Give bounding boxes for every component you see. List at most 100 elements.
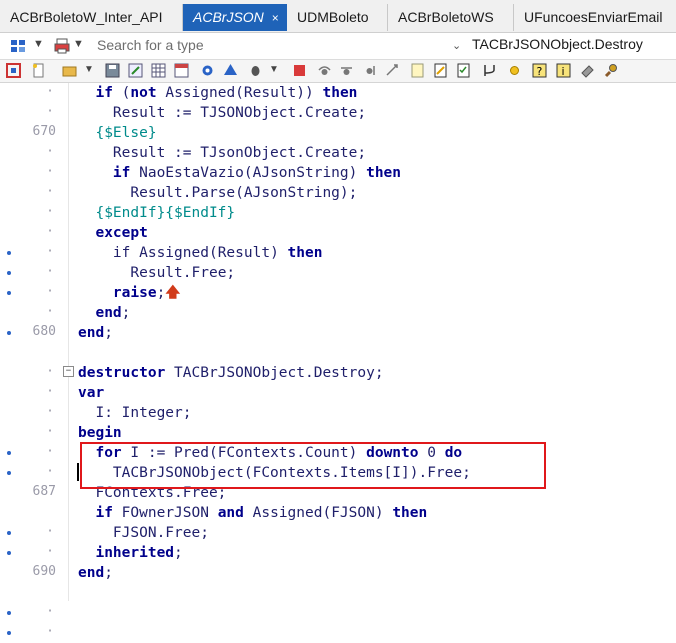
gutter-line[interactable]: ·	[0, 543, 68, 563]
gutter-line[interactable]: ·	[0, 363, 68, 383]
line-number: ·	[46, 224, 54, 239]
chevron-down-icon[interactable]: ▼	[33, 38, 44, 50]
keyword: end	[78, 565, 105, 581]
compile-icon[interactable]	[223, 63, 238, 78]
brush-icon[interactable]	[603, 63, 618, 78]
type-search-input[interactable]: Search for a type	[97, 37, 204, 53]
close-icon[interactable]: ×	[272, 5, 279, 31]
debug-icon[interactable]	[248, 63, 263, 78]
structure-view-icon[interactable]	[9, 37, 27, 55]
tab-ufuncoesenviaremail[interactable]: UFuncoesEnviarEmail	[514, 4, 676, 31]
new-file-icon[interactable]	[31, 63, 46, 78]
gutter-line[interactable]: ·	[0, 623, 68, 643]
merge-icon[interactable]	[482, 63, 497, 78]
tab-acbrboletows[interactable]: ACBrBoletoWS	[388, 4, 514, 31]
code-text: Assigned(Result))	[156, 85, 323, 101]
tab-udmboleto[interactable]: UDMBoleto	[287, 4, 388, 31]
fold-toggle-icon[interactable]: −	[63, 366, 74, 377]
help-icon[interactable]: ?	[532, 63, 547, 78]
run-to-cursor-icon[interactable]	[385, 63, 400, 78]
print-icon[interactable]	[53, 37, 71, 55]
gear-icon[interactable]	[200, 63, 215, 78]
step-out-icon[interactable]	[362, 63, 377, 78]
gutter-line[interactable]: 687	[0, 483, 68, 503]
tab-acbrjson[interactable]: ACBrJSON ×	[183, 4, 287, 31]
tab-acbrboletow-inter-api[interactable]: ACBrBoletoW_Inter_API	[0, 4, 183, 31]
line-number: ·	[46, 284, 54, 299]
eraser-icon[interactable]	[580, 63, 595, 78]
checklist-icon[interactable]	[456, 63, 471, 78]
gutter-line[interactable]: ·	[0, 523, 68, 543]
save-icon[interactable]	[105, 63, 120, 78]
line-number: 687	[32, 484, 56, 499]
gutter-line[interactable]: ·	[0, 243, 68, 263]
gutter-line[interactable]: ·	[0, 83, 68, 103]
chevron-down-icon[interactable]: ▼	[269, 64, 279, 75]
gutter-line[interactable]: ·	[0, 403, 68, 423]
gutter-line[interactable]: ·	[0, 423, 68, 443]
breakpoint-dot-icon[interactable]	[7, 531, 11, 535]
code-line: Result := TJSONObject.Create;	[78, 103, 366, 123]
breakpoint-dot-icon[interactable]	[7, 291, 11, 295]
edit-note-icon[interactable]	[433, 63, 448, 78]
gutter-line[interactable]: ·	[0, 223, 68, 243]
gutter-line[interactable]: ·	[0, 183, 68, 203]
svg-text:i: i	[562, 65, 565, 78]
breakpoint-dot-icon[interactable]	[7, 631, 11, 635]
breakpoint-dot-icon[interactable]	[7, 331, 11, 335]
edit-icon[interactable]	[128, 63, 143, 78]
breakpoint-dot-icon[interactable]	[7, 451, 11, 455]
step-over-icon[interactable]	[317, 63, 332, 78]
info-icon[interactable]: i	[556, 63, 571, 78]
chevron-down-icon[interactable]: ▼	[73, 38, 84, 50]
gutter-line[interactable]: ·	[0, 103, 68, 123]
gutter-line[interactable]: ·	[0, 203, 68, 223]
notes-icon[interactable]	[410, 63, 425, 78]
gutter-line[interactable]: ·	[0, 263, 68, 283]
step-into-icon[interactable]	[339, 63, 354, 78]
breakpoint-dot-icon[interactable]	[7, 251, 11, 255]
stop-icon[interactable]	[292, 63, 307, 78]
gutter-line[interactable]: 680	[0, 323, 68, 343]
gutter-line[interactable]: 670	[0, 123, 68, 143]
code-text: ;	[156, 285, 166, 301]
gutter-line[interactable]: ·	[0, 383, 68, 403]
code-text: Result.Parse(AJsonString);	[130, 185, 358, 201]
line-number: ·	[46, 144, 54, 159]
breakpoint-dot-icon[interactable]	[7, 611, 11, 615]
line-number: ·	[46, 164, 54, 179]
gutter-line[interactable]: 690	[0, 563, 68, 583]
gutter-line[interactable]: ·	[0, 443, 68, 463]
gutter-line[interactable]: ·	[0, 143, 68, 163]
method-selector[interactable]: ⌄ TACBrJSONObject.Destroy	[452, 36, 643, 52]
gutter-line[interactable]: ·	[0, 603, 68, 623]
keyword: then	[322, 85, 358, 101]
table-icon[interactable]	[174, 63, 189, 78]
code-line: end;	[78, 563, 113, 583]
open-folder-icon[interactable]	[62, 63, 77, 78]
arrow-up-icon: 🡅	[165, 285, 181, 301]
breakpoint-dot-icon[interactable]	[7, 551, 11, 555]
gutter-line[interactable]: ·	[0, 303, 68, 323]
gutter-line[interactable]: ·	[0, 463, 68, 483]
sun-icon[interactable]	[507, 63, 522, 78]
chevron-down-icon[interactable]: ▼	[84, 64, 94, 75]
code-text: FJSON.Free;	[112, 525, 209, 541]
tab-label: ACBrBoletoWS	[398, 9, 494, 25]
code-editor[interactable]: if (not Assigned(Result)) then Result :=…	[78, 83, 676, 601]
breakpoint-dot-icon[interactable]	[7, 271, 11, 275]
breakpoint-dot-icon[interactable]	[7, 471, 11, 475]
select-all-icon[interactable]	[6, 63, 21, 78]
tab-label: ACBrJSON	[193, 9, 264, 25]
gutter-line[interactable]: ·	[0, 283, 68, 303]
gutter-line[interactable]: ·	[0, 163, 68, 183]
grid-icon[interactable]	[151, 63, 166, 78]
highlight-box	[80, 442, 546, 489]
line-number: ·	[46, 464, 54, 479]
